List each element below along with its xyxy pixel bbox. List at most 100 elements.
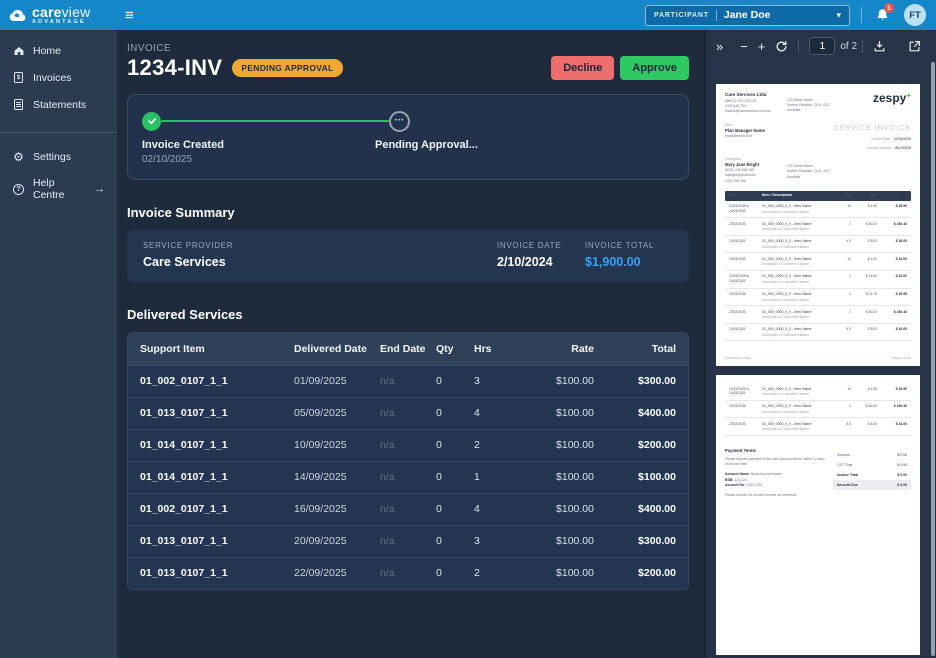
invoice-summary-heading: Invoice Summary — [127, 205, 235, 220]
pending-ellipsis-icon: ••• — [389, 110, 410, 132]
table-header-row: Support Item Delivered Date End Date Qty… — [128, 332, 688, 365]
approve-button[interactable]: Approve — [620, 56, 689, 80]
avatar[interactable]: FT — [904, 4, 926, 26]
pdf-table-row: 23/03/2025 01_000_0000_0_0 - Item Name De… — [725, 253, 911, 271]
pdf-participant-name: Mary Jane Bright — [725, 162, 759, 168]
table-row[interactable]: 01_013_0107_1_1 22/09/2025 n/a 0 2 $100.… — [128, 556, 688, 589]
notifications-button[interactable]: 1 — [873, 3, 894, 24]
participant-name: Jane Doe — [723, 9, 771, 21]
sidebar-item-label: Settings — [33, 150, 71, 163]
table-row[interactable]: 01_002_0107_1_1 01/09/2025 n/a 0 3 $100.… — [128, 364, 688, 397]
cell-hrs: 1 — [474, 471, 480, 483]
participant-selector[interactable]: PARTICIPANT Jane Doe ▾ — [645, 4, 850, 26]
cell-delivered-date: 16/09/2025 — [294, 503, 347, 515]
stepper-progress-line — [161, 119, 389, 123]
pdf-line-items-table: Date Item / Description Qty Rate Total 2… — [725, 190, 911, 342]
table-row[interactable]: 01_013_0107_1_1 20/09/2025 n/a 0 3 $100.… — [128, 524, 688, 557]
cell-support-item: 01_013_0107_1_1 — [140, 567, 228, 579]
sidebar-item-label: Statements — [33, 98, 87, 111]
status-badge: PENDING APPROVAL — [232, 59, 343, 77]
page-number-input[interactable] — [809, 37, 836, 55]
cell-rate: $100.00 — [556, 503, 594, 515]
pdf-bill-to-name: Plan Manager Name — [725, 128, 765, 134]
pdf-totals: Subtotal $ 0.00 GST Total $ 0.00 Invoice… — [832, 448, 911, 503]
decline-button[interactable]: Decline — [551, 56, 615, 80]
table-row[interactable]: 01_013_0107_1_1 05/09/2025 n/a 0 4 $100.… — [128, 396, 688, 429]
invoice-date-label: INVOICE DATE — [497, 241, 562, 250]
table-row[interactable]: 01_014_0107_1_1 10/09/2025 n/a 0 2 $100.… — [128, 428, 688, 461]
sidebar-item-invoices[interactable]: $ Invoices — [0, 64, 117, 91]
gear-icon: ⚙ — [13, 149, 24, 164]
step-date-created: 02/10/2025 — [142, 154, 193, 165]
cell-total: $400.00 — [638, 503, 676, 515]
brand-logo[interactable]: careview ADVANTAGE — [0, 5, 117, 26]
pdf-gst-row: GST Total $ 0.00 — [836, 462, 907, 467]
cell-rate: $100.00 — [556, 471, 594, 483]
app-window: careview ADVANTAGE ≡ PARTICIPANT Jane Do… — [0, 0, 936, 658]
collapse-panel-icon[interactable]: » — [716, 39, 723, 54]
delivered-services-table: Support Item Delivered Date End Date Qty… — [127, 331, 689, 590]
notification-badge: 1 — [884, 3, 894, 13]
cell-total: $400.00 — [638, 407, 676, 419]
sidebar: Home $ Invoices Statements ⚙ Settings ? … — [0, 30, 117, 658]
invoice-eyebrow: INVOICE — [127, 43, 171, 54]
provider-value: Care Services — [143, 255, 226, 269]
pdf-table-row: 23/03/2025 01_000_0000_0_0 - Item Name De… — [725, 401, 911, 419]
brand-name: careview — [32, 3, 91, 20]
zoom-in-icon[interactable]: + — [758, 40, 766, 53]
brand-tagline: ADVANTAGE — [32, 18, 86, 25]
sidebar-item-home[interactable]: Home — [0, 37, 117, 64]
col-end-date: End Date — [380, 342, 426, 355]
pdf-table-row: 23/03/2025 to 24/03/2025 01_000_0000_0_0 … — [725, 271, 911, 289]
approval-stepper: ••• Invoice Created 02/10/2025 Pending A… — [127, 94, 689, 180]
pdf-table-row: 23/03/2025 01_000_0000_0_0 - Item Name De… — [725, 324, 911, 342]
sidebar-divider — [0, 132, 117, 133]
pdf-table-row: 23/03/2025 01_000_0000_0_0 - Item Name De… — [725, 218, 911, 236]
cell-qty: 0 — [436, 567, 442, 579]
statement-doc-icon — [12, 98, 25, 111]
cloud-logo-icon — [9, 9, 26, 21]
cell-support-item: 01_013_0107_1_1 — [140, 535, 228, 547]
chevron-down-icon: ▾ — [836, 9, 841, 20]
sidebar-item-statements[interactable]: Statements — [0, 91, 117, 118]
page-count-label: of 2 — [840, 40, 858, 52]
hamburger-menu-icon[interactable]: ≡ — [125, 8, 134, 23]
step-label-created: Invoice Created — [142, 139, 224, 151]
sidebar-item-help-centre[interactable]: ? Help Centre → — [0, 170, 117, 208]
invoice-doc-icon: $ — [12, 71, 25, 84]
pdf-company-name: Care Services Ltda — [725, 92, 767, 97]
cell-total: $200.00 — [638, 439, 676, 451]
pdf-page-2: 23/03/2025 to 24/03/2025 01_000_0000_0_0 … — [716, 375, 920, 655]
arrow-right-icon[interactable]: → — [94, 183, 105, 195]
col-delivered-date: Delivered Date — [294, 342, 367, 355]
cell-rate: $100.00 — [556, 375, 594, 387]
pdf-scroll-area[interactable]: Care Services Ltda ABN 12 234 234 234 04… — [706, 62, 930, 658]
zoom-out-icon[interactable]: − — [740, 40, 748, 53]
sidebar-item-settings[interactable]: ⚙ Settings — [0, 143, 117, 170]
cell-end-date: n/a — [380, 471, 395, 483]
cell-delivered-date: 10/09/2025 — [294, 439, 347, 451]
col-total: Total — [651, 342, 676, 355]
cell-rate: $100.00 — [556, 535, 594, 547]
table-row[interactable]: 01_014_0107_1_1 14/09/2025 n/a 0 1 $100.… — [128, 460, 688, 493]
pdf-table-header: Date Item / Description Qty Rate Total — [725, 190, 911, 201]
pdf-viewer-panel: » − + of 2 — [705, 30, 936, 658]
pdf-table-row: 23/03/2025 01_000_0000_0_0 - Item Name De… — [725, 306, 911, 324]
col-hrs: Hrs — [474, 342, 492, 355]
pdf-amount-due-row: Amount Due $ 0.00 — [832, 479, 911, 490]
cell-rate: $100.00 — [556, 407, 594, 419]
pdf-table-row: 23/03/2025 to 24/03/2025 01_000_0000_0_0 … — [725, 383, 911, 401]
cell-support-item: 01_002_0107_1_1 — [140, 503, 228, 515]
download-icon[interactable] — [873, 40, 886, 53]
sidebar-item-label: Invoices — [33, 71, 72, 84]
table-row[interactable]: 01_002_0107_1_1 16/09/2025 n/a 0 4 $100.… — [128, 492, 688, 525]
provider-label: SERVICE PROVIDER — [143, 241, 234, 250]
pdf-scrollbar[interactable] — [931, 62, 935, 656]
cell-end-date: n/a — [380, 439, 395, 451]
cell-rate: $100.00 — [556, 439, 594, 451]
open-external-icon[interactable] — [908, 40, 921, 53]
refresh-icon[interactable] — [775, 40, 788, 53]
check-circle-icon — [142, 111, 161, 131]
col-qty: Qty — [436, 342, 454, 355]
cell-hrs: 2 — [474, 567, 480, 579]
